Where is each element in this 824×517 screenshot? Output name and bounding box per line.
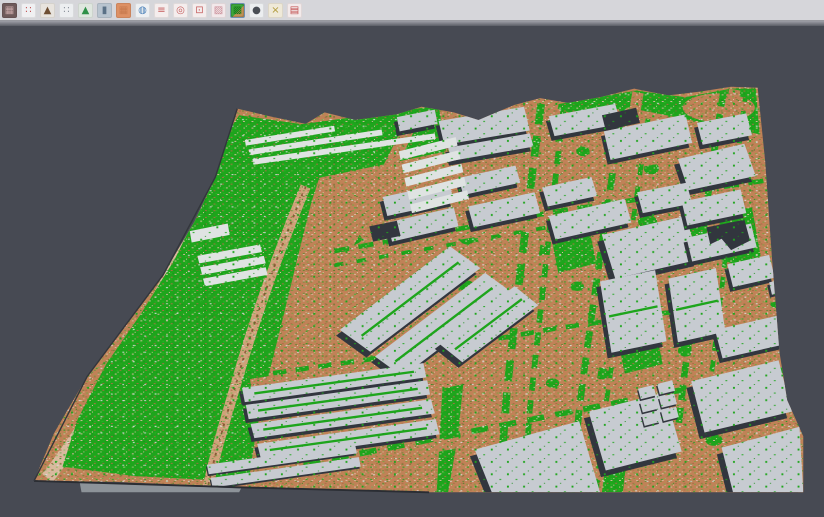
classification-icon-glyph: ▩ (233, 3, 242, 18)
model-icon-glyph: ▮ (102, 3, 108, 18)
globe-icon[interactable]: ◍ (135, 3, 150, 18)
target-icon[interactable]: ◎ (173, 3, 188, 18)
model-icon[interactable]: ▮ (97, 3, 112, 18)
scene-3d-view[interactable] (0, 26, 824, 517)
texture-icon[interactable]: ▨ (211, 3, 226, 18)
toolbar: ▦ ∷ ▲ ∷ ▲ ▮ ▦ ◍ ≡ ◎ ⊡ ▨ ▩ ● × ▤ (0, 0, 824, 21)
move-tool-icon-glyph: ∷ (25, 3, 31, 18)
point-cloud-icon-glyph: ∷ (63, 3, 69, 18)
project-icon-glyph: ▦ (5, 3, 14, 18)
terrain-mesh (21, 26, 804, 499)
orthophoto-icon-glyph: ▦ (119, 3, 128, 18)
capture-icon[interactable]: ▤ (287, 3, 302, 18)
layers-list-icon[interactable]: ≡ (154, 3, 169, 18)
layers-list-icon-glyph: ≡ (157, 3, 165, 18)
move-tool-icon[interactable]: ∷ (21, 3, 36, 18)
measure-icon-glyph: × (271, 3, 279, 18)
dem-icon[interactable]: ▲ (40, 3, 55, 18)
project-icon[interactable]: ▦ (2, 3, 17, 18)
region-select-icon[interactable]: ⊡ (192, 3, 207, 18)
point-cloud-icon[interactable]: ∷ (59, 3, 74, 18)
capture-icon-glyph: ▤ (290, 3, 299, 18)
measure-icon[interactable]: × (268, 3, 283, 18)
classification-icon[interactable]: ▩ (230, 3, 245, 18)
terrain-surface (21, 26, 804, 499)
texture-icon-glyph: ▨ (214, 3, 223, 18)
terrain-icon[interactable]: ▲ (78, 3, 93, 18)
target-icon-glyph: ◎ (176, 3, 185, 18)
sphere-icon-glyph: ● (252, 3, 261, 18)
globe-icon-glyph: ◍ (138, 3, 147, 18)
region-select-icon-glyph: ⊡ (195, 3, 203, 18)
sphere-icon[interactable]: ● (249, 3, 264, 18)
dem-icon-glyph: ▲ (44, 3, 52, 18)
viewport-3d[interactable] (0, 26, 824, 517)
app-window: ▦ ∷ ▲ ∷ ▲ ▮ ▦ ◍ ≡ ◎ ⊡ ▨ ▩ ● × ▤ (0, 0, 824, 517)
orthophoto-icon[interactable]: ▦ (116, 3, 131, 18)
terrain-icon-glyph: ▲ (82, 3, 90, 18)
